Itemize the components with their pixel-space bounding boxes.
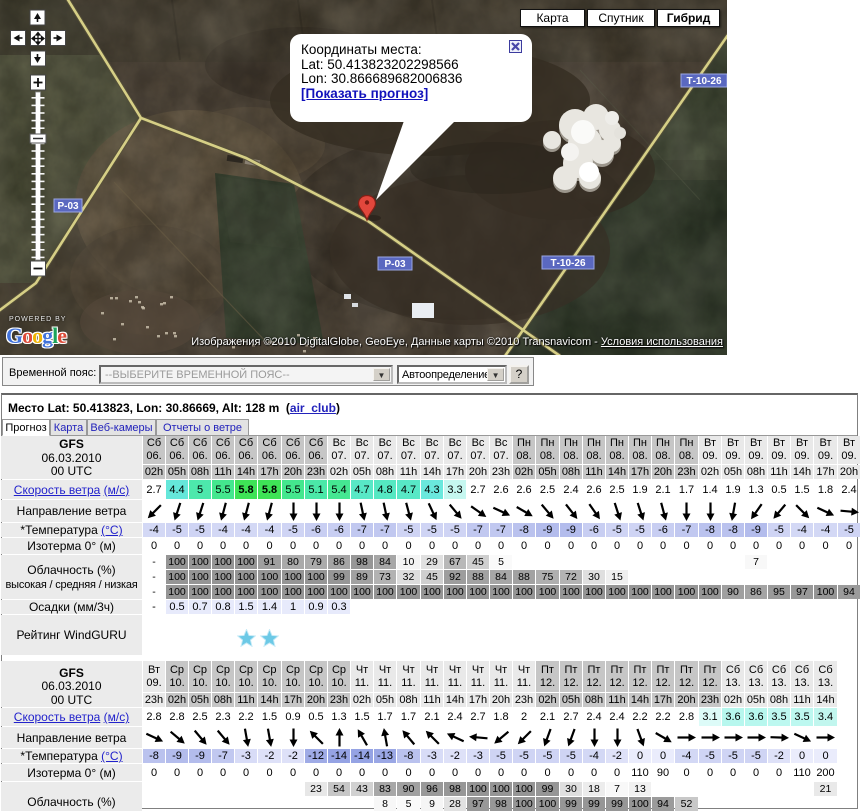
svg-text:Т-10-26: Т-10-26	[550, 258, 585, 269]
svg-text:Т-10-26: Т-10-26	[686, 76, 721, 87]
svg-text:Р-03: Р-03	[57, 201, 79, 212]
svg-text:Р-03: Р-03	[384, 259, 406, 270]
